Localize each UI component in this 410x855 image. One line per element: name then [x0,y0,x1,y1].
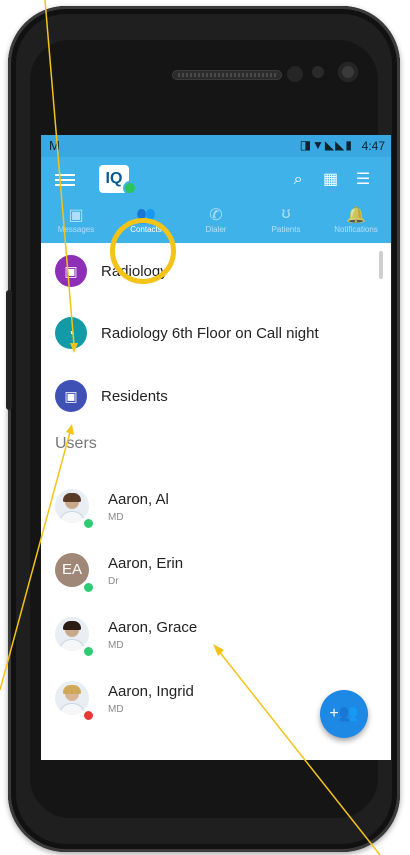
section-header-users: Users [55,435,97,452]
user-title: MD [108,704,124,715]
group-name: Radiology 6th Floor on Call night [101,325,319,342]
group-row-radiology-6th-floor[interactable]: ◔ Radiology 6th Floor on Call night [41,305,391,361]
presence-indicator [82,645,95,658]
presence-indicator [82,517,95,530]
user-title: MD [108,512,124,523]
app-logo: IQ [99,165,137,195]
calendar-icon: ▣ [55,255,87,287]
menu-icon[interactable] [55,171,75,187]
user-row-aaron-erin[interactable]: EA Aaron, Erin Dr [41,541,391,597]
tab-dialer[interactable]: ✆ Dialer [181,201,251,243]
front-camera [338,62,358,82]
earpiece-speaker [172,70,282,80]
presence-indicator [82,709,95,722]
group-row-residents[interactable]: ▣ Residents [41,368,391,424]
tab-patients[interactable]: ʊ Patients [251,201,321,243]
search-icon[interactable]: ⌕ [284,171,312,189]
user-row-aaron-al[interactable]: Aaron, Al MD [41,477,391,533]
tab-bar: ▣ Messages 👥 Contacts ✆ Dialer ʊ Patient… [41,201,391,243]
phone-icon: ✆ [209,207,223,224]
add-group-icon: +👥 [329,705,359,722]
group-row-radiology[interactable]: ▣ Radiology [41,243,391,299]
tab-messages[interactable]: ▣ Messages [41,201,111,243]
user-name: Aaron, Grace [108,619,198,636]
presence-indicator [82,581,95,594]
app-screen: M ◨▼◣◣▮ 4:47 IQ ⌕ ▦ ☰ ▣ Messages 👥 Conta… [41,135,391,760]
calendar-icon: ▣ [55,380,87,412]
filter-icon[interactable]: ☰ [349,169,377,189]
wifi-icon: ◔ [55,317,87,349]
logo-text: IQ [105,170,123,187]
stethoscope-icon: ʊ [281,205,291,222]
tab-label: Notifications [334,225,378,234]
contact-list: ▣ Radiology ◔ Radiology 6th Floor on Cal… [41,243,391,760]
gmail-icon: M [49,138,60,153]
contacts-tab-highlight [110,218,176,284]
tab-label: Patients [271,225,301,234]
proximity-sensor [287,66,303,82]
user-title: MD [108,640,124,651]
user-name: Aaron, Ingrid [108,683,194,700]
light-sensor [312,66,324,78]
user-title: Dr [108,576,119,587]
chat-icon: ▣ [68,207,84,224]
user-name: Aaron, Al [108,491,169,508]
user-name: Aaron, Erin [108,555,184,572]
app-bar-actions: ⌕ ▦ ☰ [284,169,377,189]
tab-notifications[interactable]: 🔔 Notifications [321,201,391,243]
side-button [6,290,12,410]
bell-icon: 🔔 [346,207,366,224]
logo-status-dot [123,181,137,195]
group-name: Residents [101,388,168,405]
status-bar: M ◨▼◣◣▮ 4:47 [41,135,391,157]
status-time: 4:47 [361,139,385,153]
status-icons: ◨▼◣◣▮ [299,138,353,152]
tab-label: Dialer [205,225,227,234]
tab-label: Messages [57,225,95,234]
app-bar: IQ ⌕ ▦ ☰ [41,157,391,201]
add-group-button[interactable]: +👥 [320,690,368,738]
user-row-aaron-grace[interactable]: Aaron, Grace MD [41,605,391,661]
building-icon[interactable]: ▦ [317,169,345,189]
